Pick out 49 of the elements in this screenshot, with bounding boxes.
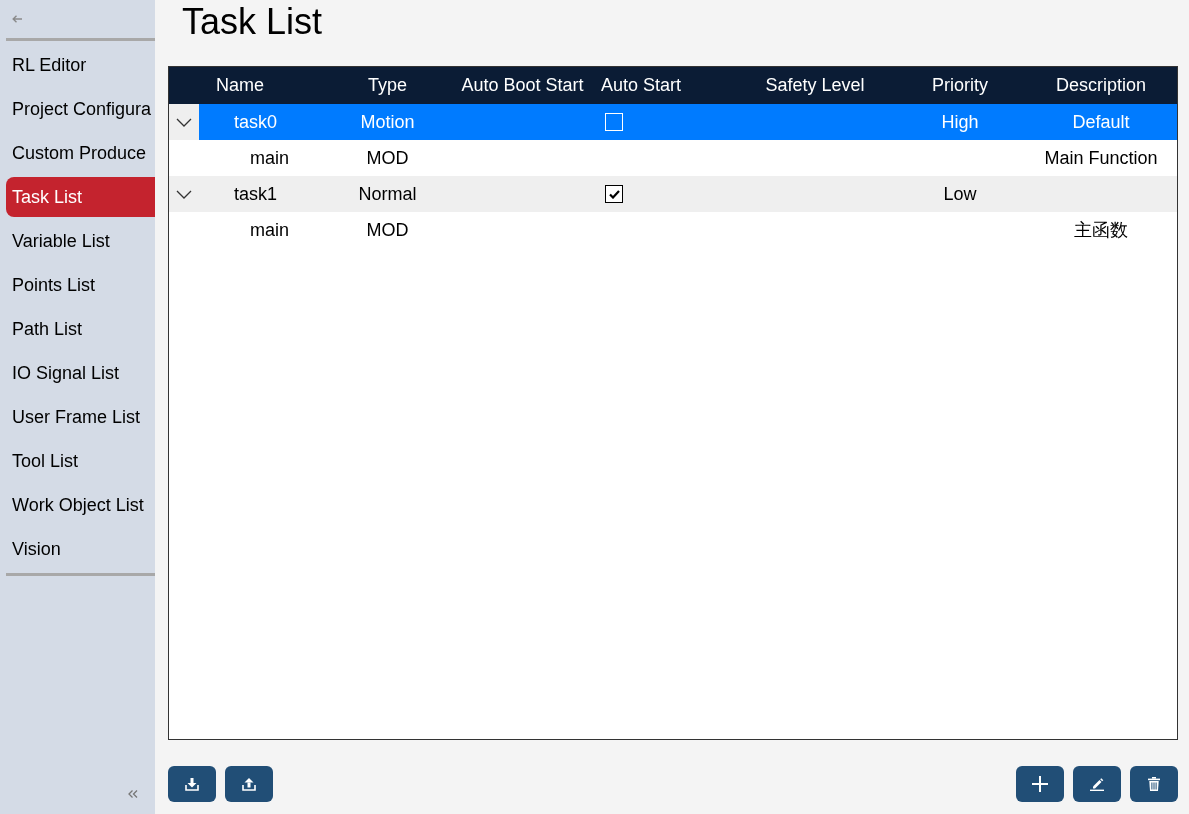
table-cell-text: 主函数 bbox=[1074, 218, 1128, 242]
column-header: Description bbox=[1055, 74, 1146, 97]
column-header: Auto Boot Start bbox=[461, 74, 584, 97]
plus-icon bbox=[1032, 776, 1048, 792]
add-button[interactable] bbox=[1016, 766, 1064, 802]
table-cell-text: Main Function bbox=[1044, 146, 1158, 170]
sidebar-item[interactable]: Variable List bbox=[6, 221, 155, 261]
sidebar-item[interactable]: Tool List bbox=[6, 441, 155, 481]
column-header: Type bbox=[368, 74, 407, 97]
table-cell-text: High bbox=[941, 110, 979, 134]
sidebar-item[interactable]: Work Object List bbox=[6, 485, 155, 525]
table-row[interactable]: task1 Normal Low bbox=[169, 176, 1177, 212]
trash-icon bbox=[1148, 777, 1160, 791]
column-header: Priority bbox=[932, 74, 988, 97]
sidebar-item[interactable]: Custom Produce bbox=[6, 133, 155, 173]
page-title: Task List bbox=[181, 0, 323, 44]
pencil-icon bbox=[1090, 777, 1104, 791]
check-icon bbox=[608, 189, 620, 199]
import-button[interactable] bbox=[168, 766, 216, 802]
sidebar-item[interactable]: Task List bbox=[6, 177, 155, 217]
sidebar-item[interactable]: RL Editor bbox=[6, 45, 155, 85]
sidebar-item[interactable]: User Frame List bbox=[6, 397, 155, 437]
expand-toggle[interactable] bbox=[169, 104, 199, 140]
column-header: Name bbox=[216, 74, 264, 97]
sidebar-item[interactable]: Vision bbox=[6, 529, 155, 569]
table-cell-text: Default bbox=[1072, 110, 1130, 134]
chevrons-left-icon[interactable] bbox=[128, 790, 138, 798]
table-cell-text: Motion bbox=[360, 110, 415, 134]
table-cell-text: task1 bbox=[234, 182, 278, 206]
column-header: Auto Start bbox=[601, 74, 682, 97]
upload-icon bbox=[242, 777, 256, 791]
table-cell-text: task0 bbox=[234, 110, 278, 134]
table-cell-text: MOD bbox=[366, 146, 409, 170]
sidebar-item[interactable]: Path List bbox=[6, 309, 155, 349]
table-cell-text: Low bbox=[943, 182, 977, 206]
delete-button[interactable] bbox=[1130, 766, 1178, 802]
sidebar-item[interactable]: IO Signal List bbox=[6, 353, 155, 393]
sidebar-item[interactable]: Project Configura bbox=[6, 89, 155, 129]
export-button[interactable] bbox=[225, 766, 273, 802]
table-cell-text: MOD bbox=[366, 218, 409, 242]
checkbox[interactable] bbox=[605, 185, 623, 203]
table-row[interactable]: task0 Motion High Default bbox=[169, 104, 1177, 140]
download-icon bbox=[185, 777, 199, 791]
table-cell-text: main bbox=[250, 146, 289, 170]
table-cell-text: main bbox=[250, 218, 289, 242]
edit-button[interactable] bbox=[1073, 766, 1121, 802]
column-header: Safety Level bbox=[765, 74, 865, 97]
table-cell-text: Normal bbox=[358, 182, 417, 206]
sidebar-item[interactable]: Points List bbox=[6, 265, 155, 305]
